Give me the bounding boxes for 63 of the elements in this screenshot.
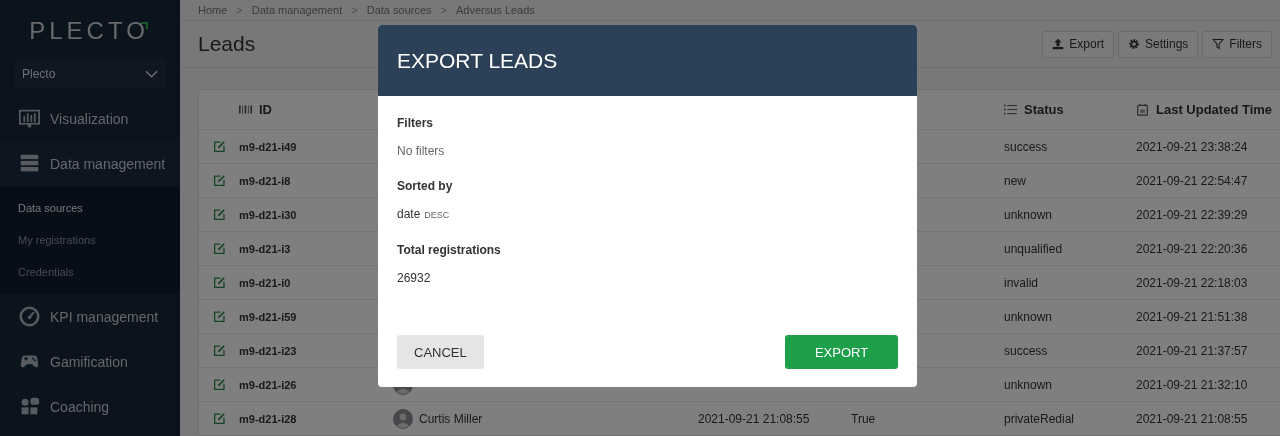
table-cell: True (851, 411, 876, 426)
breadcrumb-link[interactable]: Data sources (366, 4, 432, 17)
table-cell: 2021-09-21 22:18:03 (1136, 275, 1248, 290)
breadcrumb-separator: > (236, 4, 243, 17)
breadcrumb-separator: > (351, 4, 358, 17)
toolbar-button[interactable]: Settings (1117, 30, 1199, 58)
nav-item[interactable]: KPI management (0, 294, 180, 339)
nav-item[interactable]: Visualization (0, 96, 180, 141)
table-cell: unqualified (1004, 241, 1063, 256)
table-cell: Curtis Miller (419, 411, 483, 426)
sidebar-subitem[interactable]: Data sources (0, 192, 180, 224)
table-cell: m9-d21-i8 (239, 174, 291, 187)
sort-order: DESC (424, 209, 450, 222)
field-value: date (397, 207, 421, 221)
toolbar-button[interactable]: Filters (1202, 30, 1272, 58)
cancel-button[interactable]: CANCEL (397, 335, 484, 369)
breadcrumb-link[interactable]: Home (198, 4, 228, 17)
field-label: Total registrations (397, 243, 502, 257)
column-header[interactable]: Last Updated Time (1156, 102, 1273, 117)
table-cell: m9-d21-i49 (239, 140, 297, 153)
table-cell: unknown (1004, 377, 1053, 392)
table-cell: 2021-09-21 22:20:36 (1136, 241, 1248, 256)
table-cell: unknown (1004, 309, 1053, 324)
table-cell: 2021-09-21 21:08:55 (1136, 411, 1248, 426)
column-header[interactable]: ID (259, 102, 272, 117)
column-header[interactable]: Status (1024, 102, 1064, 117)
logo: PLECTO (29, 17, 150, 45)
sidebar-subitem[interactable]: Credentials (0, 256, 180, 288)
table-cell: invalid (1004, 275, 1039, 290)
table-cell: 2021-09-21 22:54:47 (1136, 173, 1248, 188)
table-cell: 2021-09-21 22:39:29 (1136, 207, 1248, 222)
table-cell: 2021-09-21 21:08:55 (698, 411, 810, 426)
field-label: Sorted by (397, 179, 454, 193)
table-cell: m9-d21-i30 (239, 208, 297, 221)
table-cell: m9-d21-i3 (239, 242, 291, 255)
field-value: No filters (397, 144, 445, 158)
breadcrumb-separator: > (440, 4, 447, 17)
toolbar-button[interactable]: Export (1042, 30, 1114, 58)
table-cell: m9-d21-i28 (239, 412, 297, 425)
table-cell: 2021-09-21 21:32:10 (1136, 377, 1248, 392)
nav-item[interactable]: Gamification (0, 339, 180, 384)
registration-count: 26932 (397, 271, 431, 285)
table-cell: 2021-09-21 21:51:38 (1136, 309, 1248, 324)
account-dropdown[interactable]: Plecto (14, 60, 166, 87)
table-cell: m9-d21-i26 (239, 378, 297, 391)
table-cell: unknown (1004, 207, 1053, 222)
table-cell: success (1004, 343, 1048, 358)
export-button[interactable]: EXPORT (785, 335, 898, 369)
breadcrumb-link[interactable]: Data management (251, 4, 343, 17)
page-title: Leads (198, 32, 256, 57)
nav-item[interactable]: Coaching (0, 384, 180, 429)
table-cell: new (1004, 173, 1026, 188)
table-cell: success (1004, 139, 1048, 154)
dialog-title: EXPORT LEADS (397, 48, 558, 73)
field-label: Filters (397, 116, 434, 130)
breadcrumb-link[interactable]: Adversus Leads (455, 4, 535, 17)
table-cell: m9-d21-i59 (239, 310, 297, 323)
table-cell: 2021-09-21 21:37:57 (1136, 343, 1248, 358)
table-cell: m9-d21-i23 (239, 344, 297, 357)
table-cell: m9-d21-i0 (239, 276, 291, 289)
table-cell: privateRedial (1004, 411, 1075, 426)
sidebar-subitem[interactable]: My registrations (0, 224, 180, 256)
table-cell: 2021-09-21 23:38:24 (1136, 139, 1248, 154)
